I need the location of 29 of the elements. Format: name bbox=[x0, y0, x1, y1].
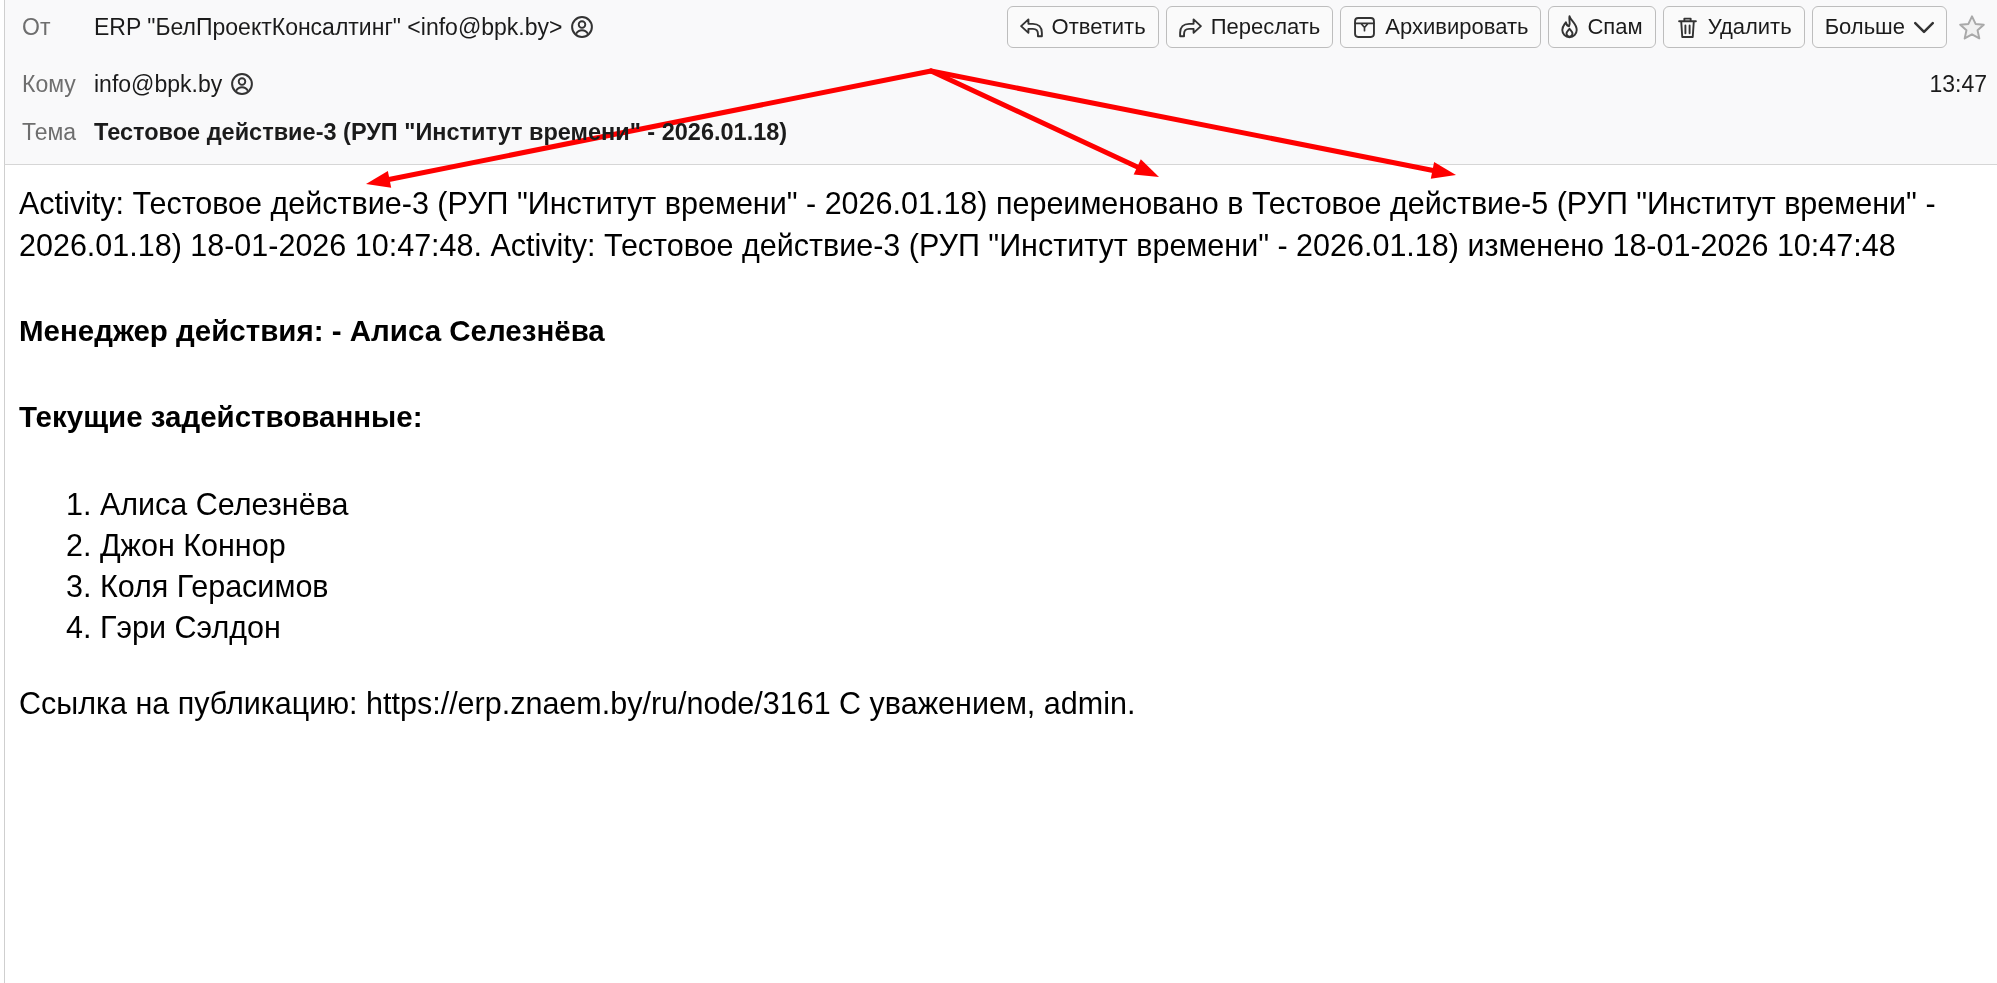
message-paragraph: Activity: Тестовое действие-3 (РУП "Институт времени" - 2026.01.18) переименовано в Тестовое действие-5 (РУП "Институт времени" - 2026.01.18) 18-01-2026 10:47:48. Activity: Тестовое действие-3 (РУП "Институт времени" - 2026.01.18) изменено 18-01-2026 10:47:48 bbox=[19, 185, 1937, 265]
message-paragraph: Ссылка на публикацию: https://erp.znaem.by/ru/node/3161 С уважением, admin. bbox=[19, 685, 1137, 723]
manager-line: Менеджер действия: - Алиса Селезнёва bbox=[19, 313, 606, 349]
list-item: 2. Джон Коннор bbox=[66, 527, 286, 565]
person-circle-icon[interactable] bbox=[231, 73, 254, 95]
flame-icon bbox=[1561, 15, 1579, 39]
forward-button[interactable]: Переслать bbox=[1165, 6, 1334, 48]
field-label: Тема bbox=[22, 118, 78, 146]
email-address[interactable]: ERP "БелПроектКонсалтинг" <info@bpk.by> bbox=[94, 13, 563, 41]
field-label: От bbox=[22, 13, 52, 41]
curved-left-arrow-icon bbox=[1019, 16, 1043, 38]
spam-button[interactable]: Спам bbox=[1548, 6, 1656, 48]
list-item: 1. Алиса Селезнёва bbox=[66, 486, 349, 523]
more-button[interactable]: Больше bbox=[1811, 6, 1947, 48]
field-label: Кому bbox=[22, 70, 77, 98]
email-address[interactable]: info@bpk.by bbox=[94, 70, 223, 98]
chevron-down-icon bbox=[1914, 20, 1934, 34]
received-time: 13:47 bbox=[1929, 70, 1987, 98]
participants-heading: Текущие задействованные: bbox=[19, 399, 424, 435]
list-item: 3. Коля Герасимов bbox=[66, 568, 329, 606]
curved-right-arrow-icon bbox=[1178, 16, 1202, 38]
archive-button[interactable]: Архивировать bbox=[1340, 6, 1542, 48]
reply-button[interactable]: Ответить bbox=[1006, 6, 1159, 48]
trash-icon bbox=[1675, 16, 1699, 38]
list-item: 4. Гэри Сэлдон bbox=[66, 609, 281, 647]
star-icon[interactable] bbox=[1959, 14, 1985, 40]
person-circle-icon[interactable] bbox=[571, 16, 594, 38]
archive-box-icon bbox=[1353, 16, 1377, 38]
delete-button[interactable]: Удалить bbox=[1662, 6, 1805, 48]
